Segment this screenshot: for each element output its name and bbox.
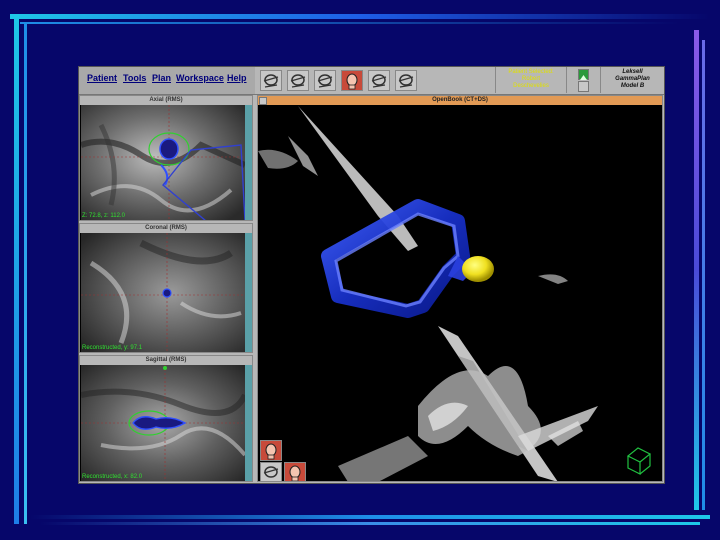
head-tool-icon	[371, 74, 387, 88]
3d-rendering-canvas[interactable]	[258, 106, 662, 482]
bottom-accent-bar-thin	[40, 522, 700, 525]
patient-selected-label: Patient Selected:	[508, 69, 554, 75]
left-accent-bar-thin	[24, 24, 27, 524]
head-tool-icon	[290, 74, 306, 88]
sagittal-view-panel[interactable]: Sagittal (RMS) Reconstructed, x: 82.0	[79, 355, 253, 482]
tool-head-5-button[interactable]	[368, 70, 390, 91]
sagittal-mri-image[interactable]	[81, 365, 245, 482]
coronal-status-text: Reconstructed, y: 97.1	[82, 345, 143, 351]
menu-plan[interactable]: Plan	[152, 73, 171, 83]
menu-help[interactable]: Help	[227, 73, 247, 83]
coronal-scrollbar[interactable]	[245, 233, 252, 352]
head-tool-icon	[263, 74, 279, 88]
status-indicator-button[interactable]	[578, 69, 589, 80]
axial-mri-image[interactable]	[81, 105, 245, 221]
top-accent-bar	[10, 14, 710, 19]
product-name-line2: GammaPlan	[615, 76, 650, 82]
head-active-icon	[289, 465, 301, 481]
patient-last-name: Deschevelies	[513, 83, 549, 89]
toolbar: Patient Selected: Robert Deschevelies Le…	[255, 67, 664, 95]
product-name-line1: Leksell	[622, 69, 643, 75]
patient-selected-box: Patient Selected: Robert Deschevelies	[495, 67, 567, 93]
top-accent-bar-thin	[20, 22, 680, 24]
view-head-front-button[interactable]	[260, 440, 282, 461]
tool-head-active-button[interactable]	[341, 70, 363, 91]
axial-view-panel[interactable]: Axial (RMS) Z: 72.8, z: 112.0	[79, 95, 253, 221]
gammaplan-window: Patient Tools Plan Workspace Help Patien…	[78, 66, 665, 484]
tool-head-3-button[interactable]	[314, 70, 336, 91]
bottom-accent-bar	[30, 515, 710, 519]
head-tool-icon	[263, 466, 279, 478]
menu-workspace[interactable]: Workspace	[176, 73, 224, 83]
head-active-icon	[265, 443, 277, 460]
sagittal-scrollbar[interactable]	[245, 365, 252, 481]
3d-view-title: OpenBook (CT+DS)	[258, 96, 662, 105]
tool-head-1-button[interactable]	[260, 70, 282, 91]
axial-status-text: Z: 72.8, z: 112.0	[82, 213, 125, 219]
tool-head-6-button[interactable]	[395, 70, 417, 91]
menu-bar: Patient Tools Plan Workspace Help	[79, 67, 255, 95]
coronal-mri-image[interactable]	[81, 233, 245, 353]
sagittal-status-text: Reconstructed, x: 82.0	[82, 474, 143, 480]
tool-head-2-button[interactable]	[287, 70, 309, 91]
product-label-box: Leksell GammaPlan Model B	[600, 67, 664, 93]
coronal-panel-title: Coronal (RMS)	[80, 224, 252, 233]
view-head-side-button[interactable]	[260, 462, 282, 481]
coronal-view-panel[interactable]: Coronal (RMS) Reconstructed, y: 97.1	[79, 223, 253, 353]
openbook-3d-view[interactable]: OpenBook (CT+DS)	[257, 95, 663, 482]
sagittal-panel-title: Sagittal (RMS)	[80, 356, 252, 365]
left-accent-bar	[14, 14, 19, 524]
secondary-toggle-button[interactable]	[578, 81, 589, 92]
axial-panel-title: Axial (RMS)	[80, 96, 252, 105]
right-accent-bar-thin	[702, 40, 705, 510]
patient-first-name: Robert	[521, 76, 540, 82]
view-head-back-button[interactable]	[284, 462, 306, 481]
head-tool-icon	[317, 74, 333, 88]
menu-patient[interactable]: Patient	[87, 73, 117, 83]
3d-view-menu-button[interactable]	[259, 97, 267, 105]
axial-scrollbar[interactable]	[245, 105, 252, 220]
right-accent-bar	[694, 30, 699, 510]
head-active-icon	[346, 73, 358, 90]
head-tool-icon	[398, 74, 414, 88]
product-name-line3: Model B	[620, 83, 645, 89]
menu-tools[interactable]: Tools	[123, 73, 146, 83]
orientation-cube-icon	[626, 447, 652, 475]
